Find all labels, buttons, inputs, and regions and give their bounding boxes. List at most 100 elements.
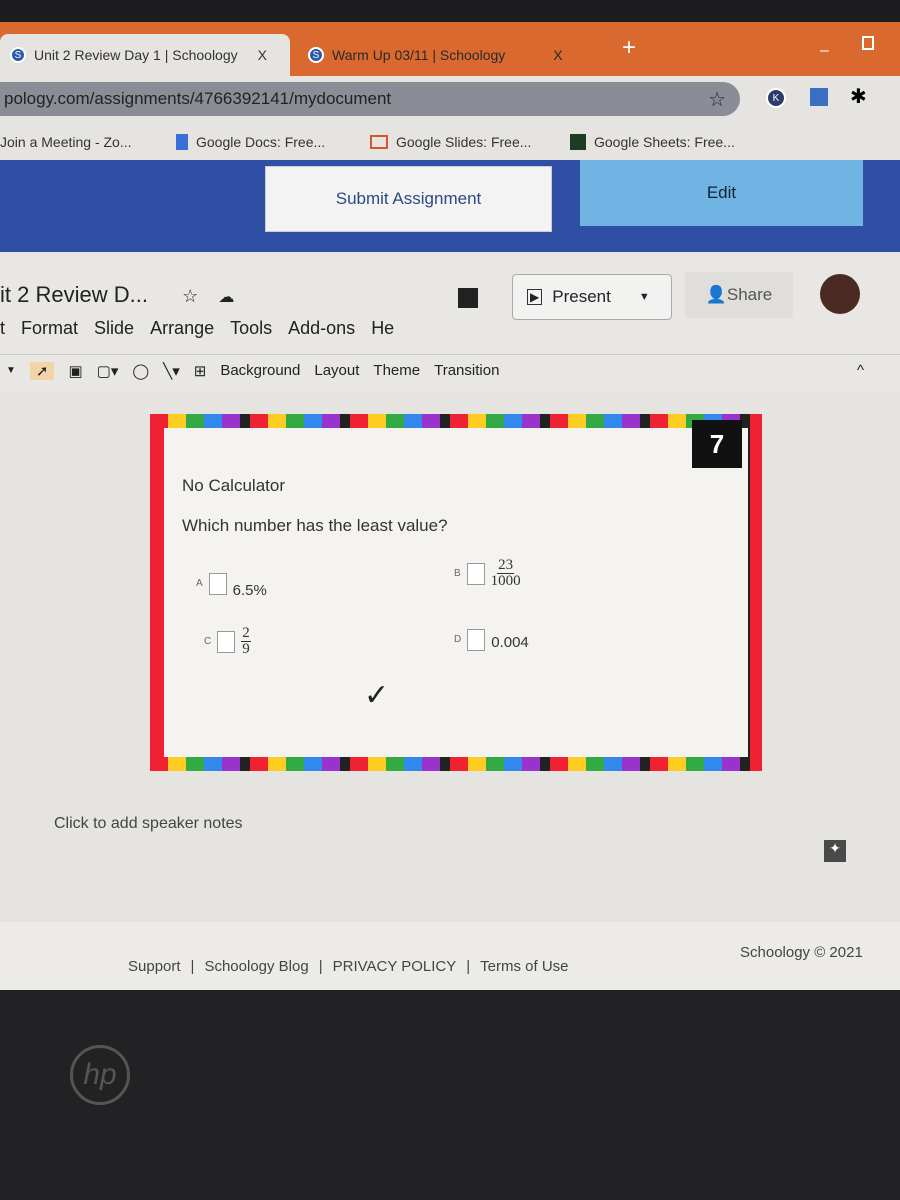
extensions-puzzle-icon[interactable]: ✱ [850,84,867,109]
theme-button[interactable]: Theme [373,362,420,379]
presentation-title[interactable]: it 2 Review D... ☆ ☁ [0,282,234,308]
checkbox[interactable] [208,572,227,595]
comments-icon[interactable] [458,288,478,308]
menu-format[interactable]: Format [21,318,78,339]
bookmark-label: Google Docs: Free... [196,134,326,150]
tab-bar: S Unit 2 Review Day 1 | Schoology X S Wa… [0,22,900,76]
play-icon: ▶ [527,289,543,305]
copyright: Schoology © 2021 [740,944,863,961]
bookmark-google-slides[interactable]: Google Slides: Free... [370,134,531,150]
option-d[interactable]: D 0.004 [454,628,529,651]
url-input[interactable]: pology.com/assignments/4766392141/mydocu… [0,82,740,116]
question-text: Which number has the least value? [182,516,448,535]
slide-canvas: 7 No Calculator Which number has the lea… [0,392,900,932]
add-comment-icon[interactable]: ⊞ [194,362,207,380]
slide[interactable]: 7 No Calculator Which number has the lea… [150,414,762,771]
select-tool-icon[interactable]: ➚ [29,361,55,380]
share-label: Share [726,285,773,304]
close-tab-icon[interactable]: X [258,47,267,63]
minimize-icon[interactable]: – [820,42,829,60]
slide-number-badge: 7 [692,420,742,468]
checkbox[interactable] [466,562,485,585]
option-b[interactable]: B 23 1000 [454,558,521,589]
bookmark-label: Join a Meeting - Zo... [0,134,132,150]
bookmark-google-sheets[interactable]: Google Sheets: Free... [570,134,735,150]
option-letter: A [196,578,203,589]
background-button[interactable]: Background [220,362,300,379]
menu-tools[interactable]: Tools [230,318,272,339]
fraction: 29 [241,625,251,657]
text-box-icon[interactable]: ▣ [68,362,82,380]
transition-button[interactable]: Transition [434,362,499,379]
option-letter: B [454,568,461,579]
menu-addons[interactable]: Add-ons [288,318,355,339]
tab-unit2-review[interactable]: S Unit 2 Review Day 1 | Schoology X [0,34,290,76]
cloud-status-icon: ☁ [218,289,235,306]
checkbox[interactable] [217,630,236,653]
submit-assignment-button[interactable]: Submit Assignment [265,166,552,232]
menu-arrange[interactable]: Arrange [150,318,214,339]
dropdown-icon[interactable]: ▼ [6,365,16,376]
schoology-icon: S [10,47,26,63]
share-button[interactable]: 👤 Share [685,272,793,318]
checkmark-icon: ✓ [364,679,390,712]
explore-icon[interactable]: ✦ [824,840,846,862]
menu-insert[interactable]: t [0,318,5,339]
footer: Support | Schoology Blog | PRIVACY POLICY |… [0,922,900,990]
option-value: 6.5% [232,582,267,599]
menu-help[interactable]: He [371,318,394,339]
schoology-blog-link[interactable]: Schoology Blog [204,958,308,975]
title-text: it 2 Review D... [0,282,148,307]
slide-heading: No Calculator [182,476,285,495]
url-text: pology.com/assignments/4766392141/mydocu… [4,89,392,108]
close-tab-icon[interactable]: X [553,47,562,63]
option-a[interactable]: A 6.5% [196,568,267,599]
schoology-header: Submit Assignment Edit [0,160,900,252]
privacy-policy-link[interactable]: PRIVACY POLICY [333,958,457,975]
menu-slide[interactable]: Slide [94,318,134,339]
bookmark-star-icon[interactable]: ☆ [708,87,726,112]
option-c[interactable]: C 29 [204,626,251,657]
bookmarks-bar: Join a Meeting - Zo... Google Docs: Free… [0,122,900,162]
google-docs-icon [176,134,188,150]
maximize-icon[interactable] [862,36,874,50]
layout-button[interactable]: Layout [314,362,359,379]
tab-warm-up[interactable]: S Warm Up 03/11 | Schoology X [298,34,628,76]
bookmark-label: Google Slides: Free... [396,134,532,150]
checkbox[interactable] [467,628,486,651]
separator: | [190,958,195,975]
option-value: 0.004 [491,634,529,651]
person-icon: 👤 [705,285,727,304]
new-tab-button[interactable]: + [622,34,636,62]
address-bar-row: pology.com/assignments/4766392141/mydocu… [0,76,900,122]
schoology-icon: S [308,47,324,63]
slide-content: 7 No Calculator Which number has the lea… [164,420,748,757]
present-button[interactable]: ▶ Present ▼ [512,274,672,320]
avatar[interactable] [820,274,860,314]
bookmark-zoom[interactable]: Join a Meeting - Zo... [0,134,132,150]
extension-k-icon[interactable]: K [766,88,786,108]
toolbar: ▼ ➚ ▣ ▢▾ ◯ ╲▾ ⊞ Background Layout Theme … [0,354,900,386]
extension-drive-icon[interactable] [810,88,828,106]
google-sheets-icon [570,134,586,150]
option-letter: C [204,636,212,647]
shape-icon[interactable]: ◯ [132,362,149,380]
support-link[interactable]: Support [128,958,181,975]
option-letter: D [454,634,462,645]
present-label: Present [552,287,611,306]
menu-bar: t Format Slide Arrange Tools Add-ons He [0,318,394,339]
image-icon[interactable]: ▢▾ [97,362,119,380]
bookmark-google-docs[interactable]: Google Docs: Free... [176,134,325,150]
speaker-notes[interactable]: Click to add speaker notes [54,815,243,833]
line-icon[interactable]: ╲▾ [163,362,180,380]
fraction: 23 1000 [490,557,521,589]
google-slides-icon [370,135,388,149]
present-dropdown-icon[interactable]: ▼ [639,291,650,303]
edit-button[interactable]: Edit [580,160,863,226]
collapse-toolbar-icon[interactable]: ^ [857,362,864,379]
hp-logo: hp [70,1045,130,1105]
laptop-bezel [0,990,900,1200]
terms-link[interactable]: Terms of Use [480,958,568,975]
star-icon[interactable]: ☆ [182,286,198,306]
google-slides-editor: it 2 Review D... ☆ ☁ t Format Slide Arra… [0,252,900,932]
